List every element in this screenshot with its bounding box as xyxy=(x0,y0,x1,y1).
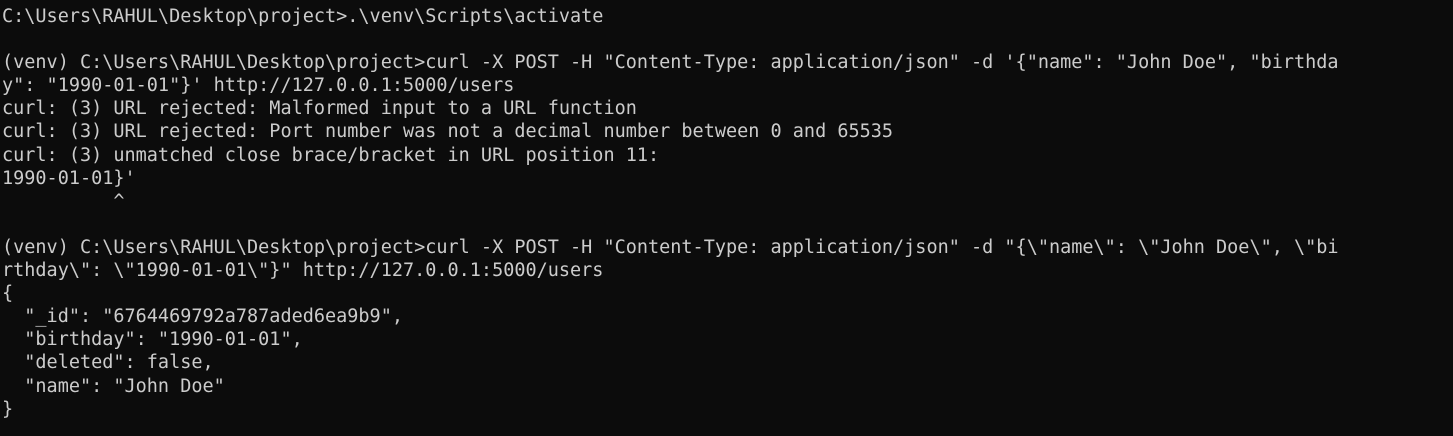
terminal-window[interactable]: C:\Users\RAHUL\Desktop\project>.\venv\Sc… xyxy=(0,0,1453,436)
terminal-line-error-context: 1990-01-01}' xyxy=(2,167,136,189)
json-field-birthday: "birthday": "1990-01-01", xyxy=(2,329,303,351)
terminal-line-curl-command-2: (venv) C:\Users\RAHUL\Desktop\project>cu… xyxy=(2,236,1339,258)
json-field-deleted: "deleted": false, xyxy=(2,352,214,374)
terminal-line-error-malformed: curl: (3) URL rejected: Malformed input … xyxy=(2,98,637,120)
terminal-line-error-brace: curl: (3) unmatched close brace/bracket … xyxy=(2,144,660,166)
terminal-line-activate-command: C:\Users\RAHUL\Desktop\project>.\venv\Sc… xyxy=(2,6,604,27)
json-close-brace: } xyxy=(2,398,14,420)
json-field-name: "name": "John Doe" xyxy=(2,375,225,397)
terminal-line-curl-command-1-wrap: y": "1990-01-01"}' http://127.0.0.1:5000… xyxy=(2,75,515,97)
terminal-line-error-port: curl: (3) URL rejected: Port number was … xyxy=(2,121,894,143)
json-open-brace: { xyxy=(2,283,14,305)
terminal-line-curl-command-2-wrap: rthday\": \"1990-01-01\"}" http://127.0.… xyxy=(2,260,604,282)
terminal-line-curl-command-1: (venv) C:\Users\RAHUL\Desktop\project>cu… xyxy=(2,52,1339,74)
json-field-id: "_id": "6764469792a787aded6ea9b9", xyxy=(2,306,403,328)
terminal-line-error-caret: ^ xyxy=(2,190,125,212)
